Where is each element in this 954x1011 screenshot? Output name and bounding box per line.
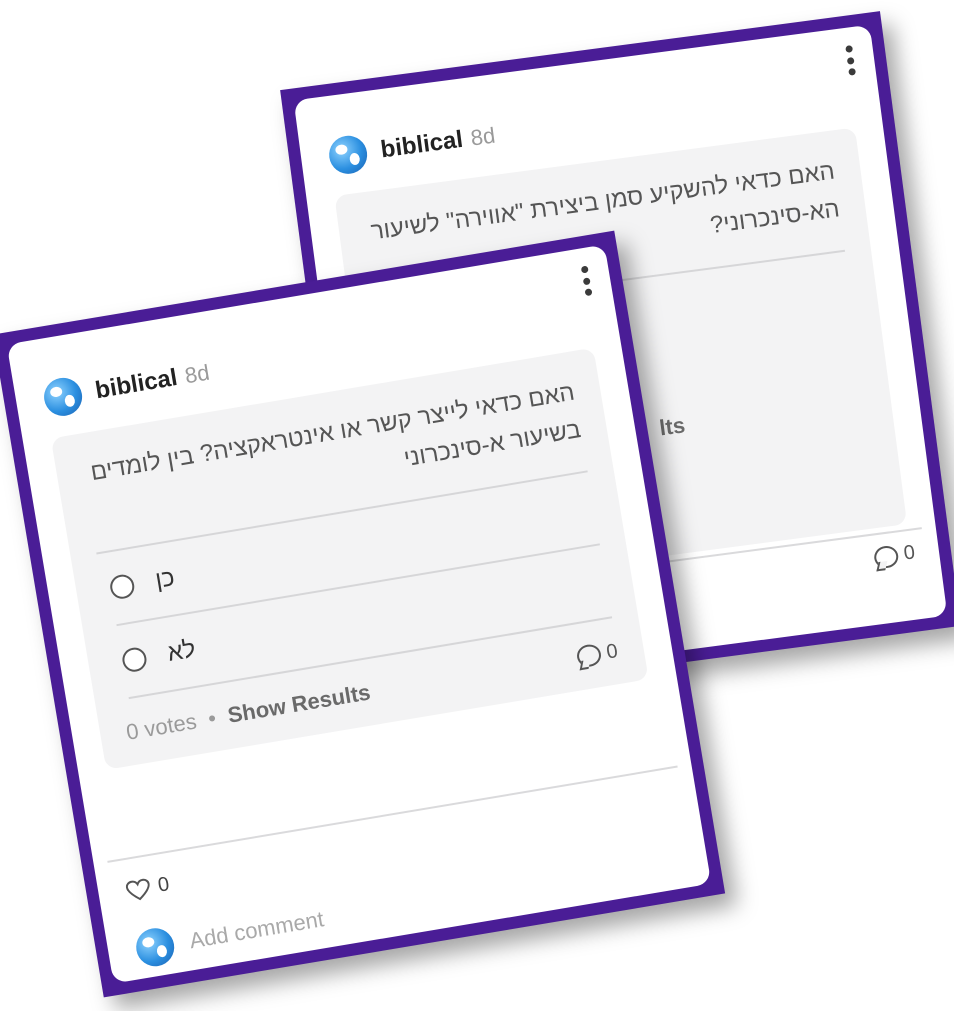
add-comment-input[interactable] [187,879,488,955]
show-results-label: lts [657,412,687,441]
author-name[interactable]: biblical [93,364,179,405]
avatar[interactable] [41,374,85,419]
show-results-link[interactable]: lts [658,412,687,441]
like-button[interactable]: 0 [125,873,171,903]
comment-count: 0 [902,541,917,565]
poll-box: האם כדאי לייצר קשר או אינטראקציה? בין לו… [50,347,649,770]
divider [107,765,678,863]
add-comment-row [133,873,488,970]
avatar[interactable] [326,133,370,177]
comments-button[interactable]: 0 [872,541,917,570]
vote-count: 0 votes [124,708,199,745]
comments-button[interactable]: 0 [575,639,620,669]
radio-button[interactable] [120,645,149,674]
stage: biblical 8d האם כדאי להשקיע סמן ביצירת "… [0,0,954,1011]
separator: • [206,705,218,732]
front-post-card: biblical 8d האם כדאי לייצר קשר או אינטרא… [6,244,712,984]
post-age: 8d [469,122,497,151]
option-label: כן [153,564,177,594]
comment-count: 0 [604,639,620,664]
avatar [133,925,178,970]
more-options-icon[interactable] [580,265,593,297]
heart-icon [125,878,150,900]
author-name[interactable]: biblical [379,126,465,165]
show-results-link[interactable]: Show Results [226,679,372,727]
radio-button[interactable] [108,572,137,601]
post-header: biblical 8d [326,117,498,177]
more-options-icon[interactable] [844,45,856,76]
like-count: 0 [156,873,171,897]
comment-bubble-icon [872,544,900,570]
comment-bubble-icon [575,642,603,669]
post-age: 8d [182,359,212,389]
post-header: biblical 8d [41,354,212,419]
option-label: לא [165,635,198,667]
front-card-frame: biblical 8d האם כדאי לייצר קשר או אינטרא… [0,230,726,998]
